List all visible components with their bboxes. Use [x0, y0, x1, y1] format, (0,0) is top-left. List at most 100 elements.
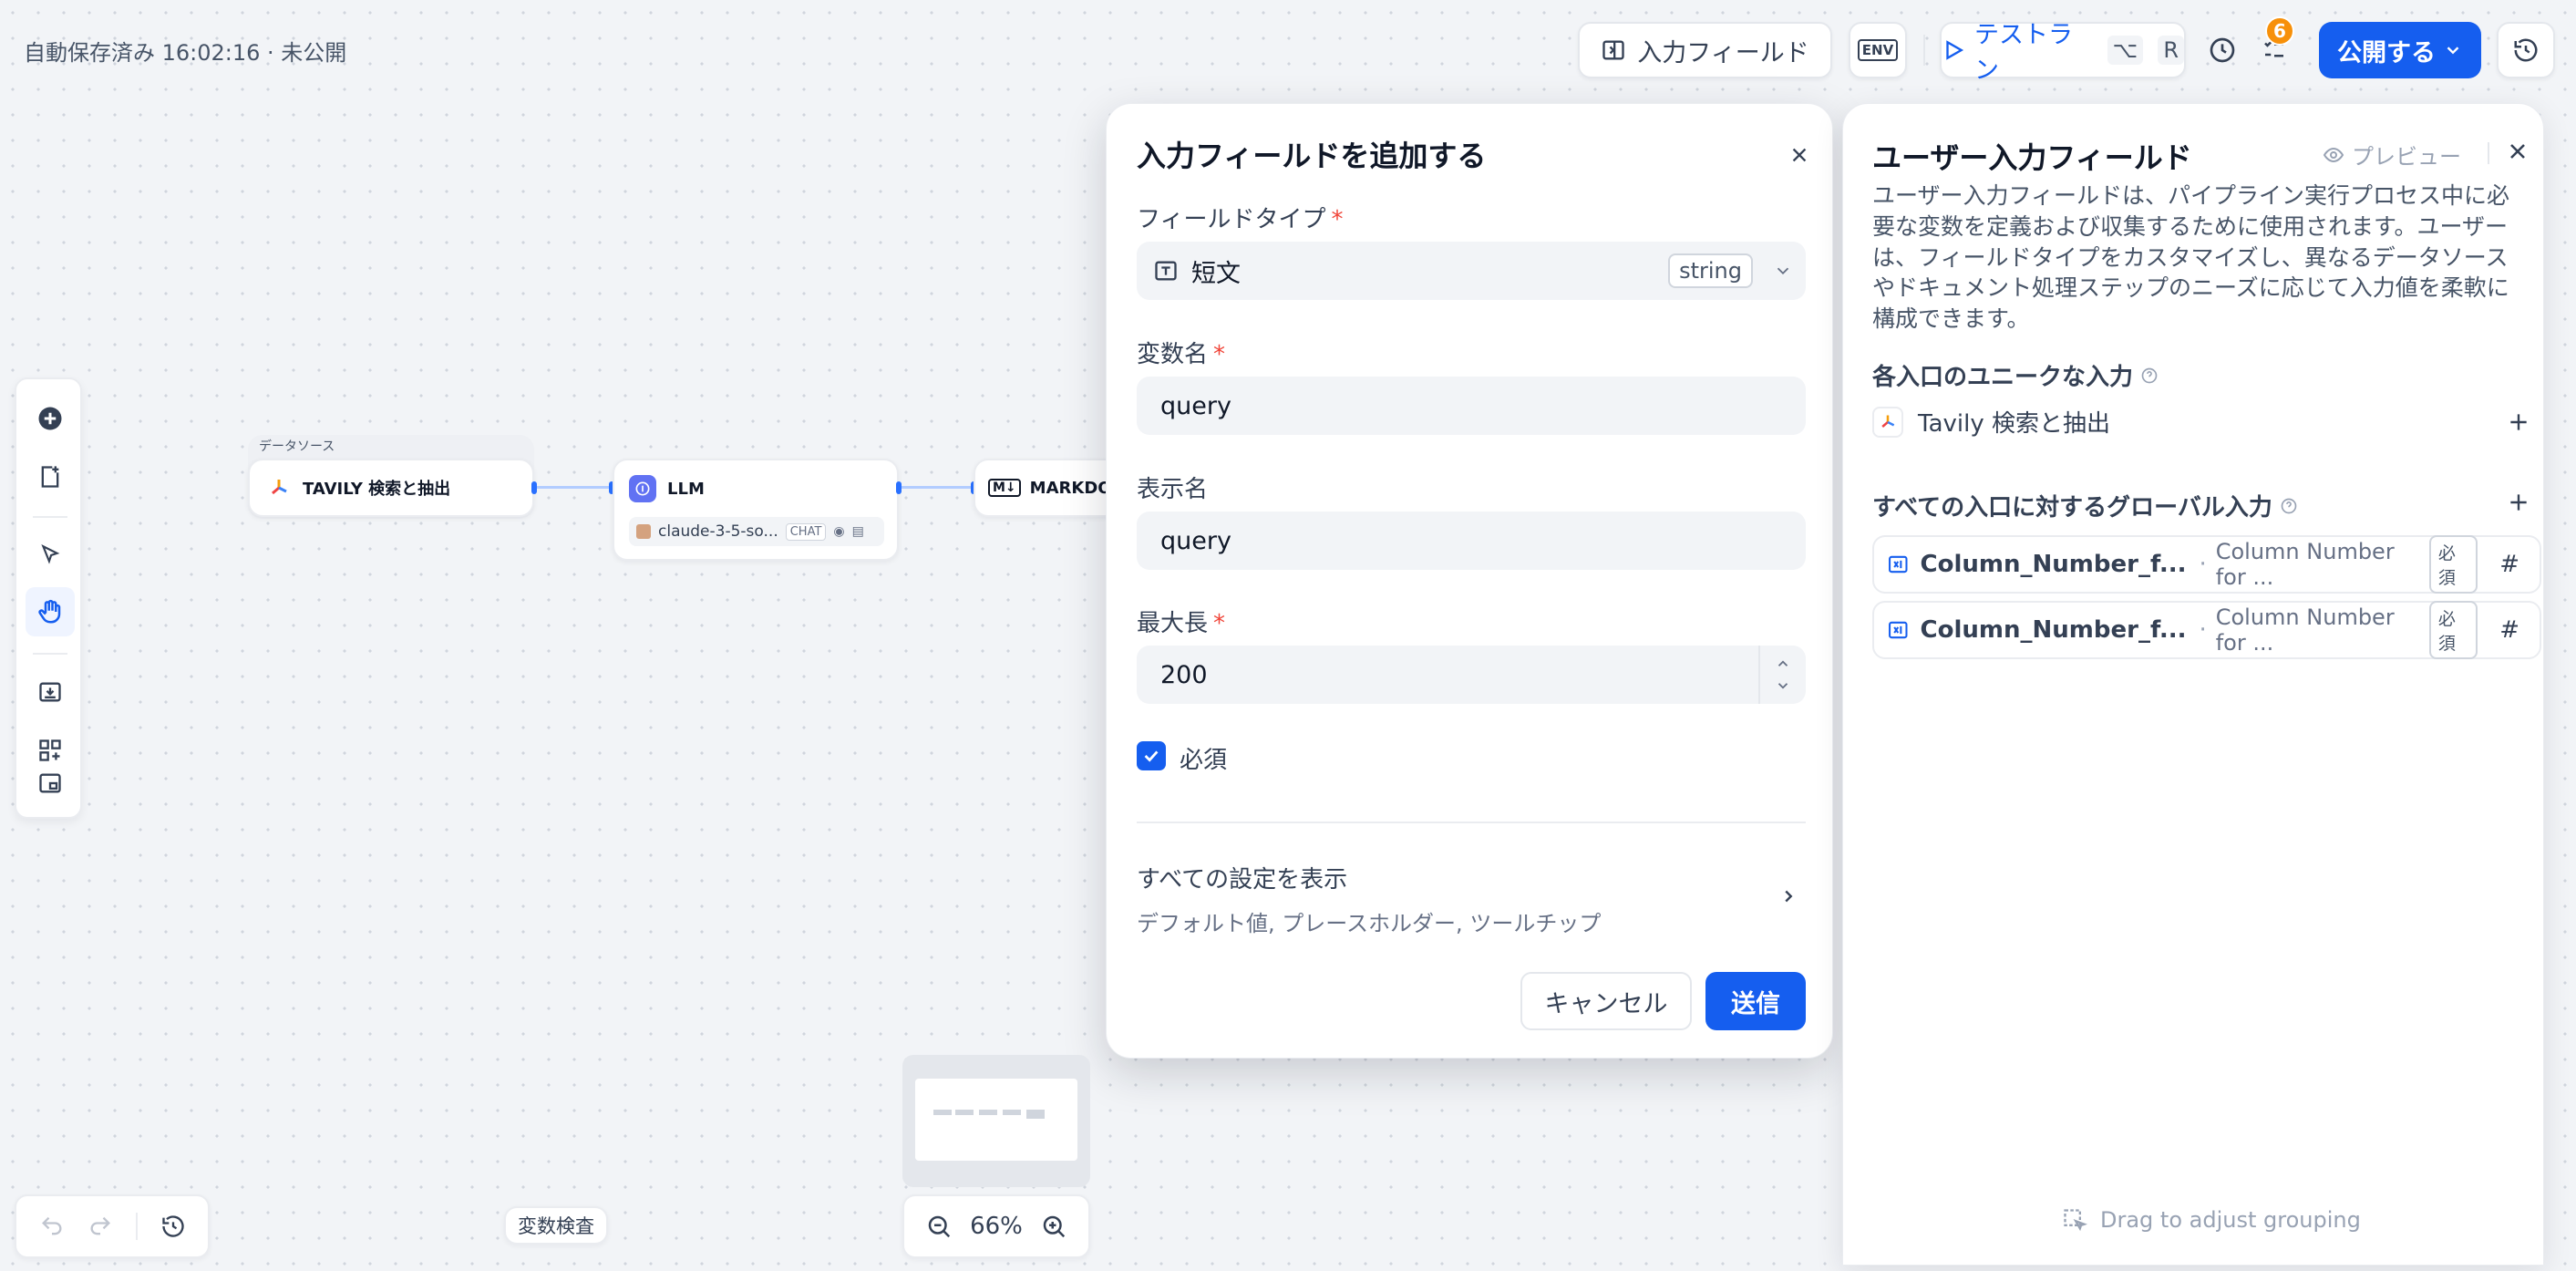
chevron-down-icon — [2447, 46, 2459, 55]
check-icon — [1144, 750, 1159, 762]
max-length-value: 200 — [1160, 660, 1208, 689]
undo-icon[interactable] — [39, 1214, 65, 1239]
help-icon[interactable] — [2140, 367, 2159, 385]
unique-input-item[interactable]: Tavily 検索と抽出 — [1872, 405, 2110, 439]
export-image-button[interactable] — [26, 667, 75, 717]
zoom-level[interactable]: 66% — [970, 1213, 1023, 1240]
dialog-title: 入力フィールドを追加する — [1137, 139, 1487, 173]
user-input-fields-panel: ユーザー入力フィールド プレビュー ユーザー入力フィールドは、パイプライン実行プ… — [1842, 103, 2544, 1266]
plus-icon — [2510, 494, 2527, 511]
pointer-mode-button[interactable] — [26, 531, 75, 580]
global-input-name: Column_Number_f... — [1920, 616, 2187, 644]
note-icon — [41, 466, 59, 488]
separator-dot: · — [2199, 616, 2207, 644]
play-icon — [1946, 40, 1964, 60]
zoom-out-icon[interactable] — [925, 1213, 953, 1240]
show-all-settings-subtitle: デフォルト値, プレースホルダー, ツールチップ — [1137, 911, 1602, 936]
markdown-node[interactable]: M↓ MARKDOW — [974, 459, 1119, 517]
vision-icon: ◉ — [833, 524, 845, 539]
max-length-input[interactable]: 200 — [1137, 646, 1806, 704]
add-global-input-button[interactable] — [2507, 491, 2530, 518]
separator-dot: · — [2199, 551, 2207, 578]
zoom-in-icon[interactable] — [1040, 1213, 1067, 1240]
env-button[interactable]: ENV — [1849, 22, 1907, 78]
input-field-button[interactable]: 入力フィールド — [1578, 22, 1832, 78]
minimap-icon — [39, 773, 61, 793]
plus-circle-icon — [38, 407, 62, 430]
hand-mode-button[interactable] — [26, 587, 75, 636]
plus-icon — [2510, 414, 2527, 430]
show-all-settings-row[interactable]: すべての設定を表示 デフォルト値, プレースホルダー, ツールチップ — [1137, 861, 1806, 943]
max-length-stepper[interactable] — [1758, 646, 1806, 704]
dialog-close-button[interactable] — [1781, 137, 1818, 173]
chevron-right-icon — [1785, 890, 1793, 903]
export-icon — [39, 682, 61, 702]
tavily-node[interactable]: TAVILY 検索と抽出 — [248, 459, 534, 517]
required-badge: 必須 — [2428, 535, 2478, 594]
chevron-down-icon — [1777, 267, 1789, 275]
preview-button[interactable]: プレビュー — [2323, 139, 2461, 170]
global-input-item[interactable]: Column_Number_f... · Column Number for .… — [1872, 535, 2541, 594]
field-type-tag: string — [1668, 253, 1753, 288]
global-input-item[interactable]: Column_Number_f... · Column Number for .… — [1872, 601, 2541, 659]
chevron-down-icon[interactable] — [1775, 677, 1791, 694]
test-run-button[interactable]: テストラン ⌥ R — [1940, 21, 2186, 85]
add-note-button[interactable] — [26, 452, 75, 501]
field-type-select[interactable]: 短文 string — [1137, 242, 1806, 300]
history-icon[interactable] — [160, 1214, 186, 1239]
chevron-up-icon[interactable] — [1775, 656, 1791, 672]
variable-icon — [1889, 555, 1908, 574]
global-input-name: Column_Number_f... — [1920, 551, 2187, 578]
text-field-icon — [1155, 261, 1177, 281]
close-icon — [2510, 144, 2525, 159]
minimap-viewport — [915, 1079, 1077, 1161]
unique-input-item-label: Tavily 検索と抽出 — [1918, 410, 2110, 438]
variable-name-label: 変数名 * — [1137, 341, 1226, 368]
minimap[interactable] — [902, 1055, 1090, 1187]
input-field-button-label: 入力フィールド — [1637, 38, 1809, 67]
llm-model-chip[interactable]: claude-3-5-so... CHAT ◉ ▤ — [629, 517, 884, 546]
variable-name-input[interactable]: query — [1137, 377, 1806, 435]
drag-select-icon — [2064, 1209, 2087, 1232]
run-history-button[interactable] — [2195, 22, 2250, 78]
bar-divider — [135, 1213, 138, 1240]
display-name-label: 表示名 — [1137, 476, 1209, 503]
display-name-input[interactable]: query — [1137, 512, 1806, 570]
input-field-icon — [1602, 40, 1624, 60]
required-checkbox[interactable] — [1137, 741, 1166, 770]
undo-redo-bar — [15, 1194, 210, 1258]
max-length-label: 最大長 * — [1137, 610, 1226, 637]
anthropic-icon — [636, 524, 651, 539]
add-unique-input-button[interactable] — [2507, 410, 2530, 438]
minimap-toggle-button[interactable] — [26, 759, 75, 808]
number-type-icon: # — [2499, 551, 2519, 578]
add-node-button[interactable] — [26, 394, 75, 443]
llm-node-title: LLM — [667, 480, 705, 499]
field-type-value: 短文 — [1191, 259, 1241, 288]
publish-button[interactable]: 公開する — [2319, 22, 2481, 78]
panel-description: ユーザー入力フィールドは、パイプライン実行プロセス中に必要な変数を定義および収集… — [1872, 182, 2510, 332]
version-history-button[interactable] — [2497, 22, 2555, 78]
edge-tavily-llm — [537, 486, 609, 489]
history-icon — [2514, 38, 2538, 62]
llm-node[interactable]: LLM claude-3-5-so... CHAT ◉ ▤ — [613, 459, 899, 561]
redo-icon[interactable] — [88, 1214, 113, 1239]
hand-icon — [38, 599, 61, 624]
panel-close-button[interactable] — [2507, 140, 2529, 166]
test-run-label: テストラン — [1974, 21, 2073, 85]
zoom-bar: 66% — [902, 1194, 1090, 1258]
variable-inspect-button[interactable]: 変数検査 — [504, 1206, 608, 1245]
global-inputs-section: すべての入口に対するグローバル入力 — [1872, 489, 2298, 522]
canvas-toolbar — [15, 377, 82, 819]
add-input-field-dialog: 入力フィールドを追加する フィールドタイプ * 短文 string 変数名 * qu… — [1106, 103, 1833, 1059]
llm-icon — [629, 475, 656, 502]
number-type-icon: # — [2499, 616, 2519, 644]
help-icon[interactable] — [2280, 497, 2298, 515]
submit-button[interactable]: 送信 — [1705, 972, 1806, 1030]
edge-llm-markdown — [902, 486, 971, 489]
cancel-button[interactable]: キャンセル — [1520, 972, 1692, 1030]
document-icon: ▤ — [851, 524, 864, 539]
toolbar-divider — [33, 516, 67, 518]
llm-model-name: claude-3-5-so... — [658, 522, 778, 541]
drag-hint-label: Drag to adjust grouping — [2100, 1207, 2361, 1233]
